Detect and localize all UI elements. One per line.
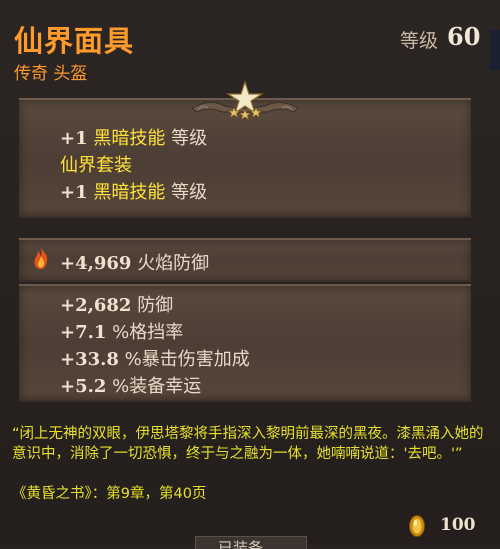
bonus-value: +1 — [60, 128, 88, 149]
skill-name: 黑暗技能 — [93, 128, 166, 149]
bonus-suffix: 等级 — [171, 182, 208, 203]
gold-coin-icon — [409, 515, 425, 537]
item-tooltip: 仙界面具 传奇 头盔 等级 60 +1 黑暗技能 等级 仙界套装 +1 黑暗技能… — [0, 0, 500, 549]
set-name: 仙界套装 — [60, 155, 132, 176]
fire-icon — [34, 247, 48, 269]
stat-value: +4,969 — [60, 253, 132, 274]
stat-line: +33.8 %暴击伤害加成 — [60, 345, 250, 371]
stat-line: +2,682 防御 — [60, 291, 173, 317]
level-label: 等级 — [400, 30, 439, 52]
set-bonus-line-2: +1 黑暗技能 等级 — [60, 178, 207, 204]
bonus-value: +1 — [60, 182, 88, 203]
primary-stat: +4,969 火焰防御 — [60, 249, 209, 275]
item-type: 传奇 头盔 — [14, 64, 88, 84]
set-bonus-line-1: +1 黑暗技能 等级 — [60, 124, 207, 150]
stat-value: +2,682 — [60, 295, 132, 316]
stat-line: +7.1 %格挡率 — [60, 318, 183, 344]
star-ornament-icon — [191, 80, 299, 122]
stat-value: +33.8 — [60, 349, 119, 370]
stat-label: %暴击伤害加成 — [124, 349, 250, 370]
item-name: 仙界面具 — [14, 24, 135, 58]
equipped-tab[interactable]: 已装备 — [195, 536, 307, 549]
sell-price: 100 — [440, 515, 476, 535]
stat-label: %格挡率 — [112, 322, 184, 343]
equipped-tab-label: 已装备 — [218, 539, 264, 549]
stat-line: +5.2 %装备幸运 — [60, 372, 201, 398]
stat-label: 火焰防御 — [137, 253, 210, 274]
lore-source: 《黄昏之书》：第9章，第40页 — [12, 486, 207, 502]
stat-value: +7.1 — [60, 322, 107, 343]
stat-label: %装备幸运 — [112, 376, 202, 397]
stat-value: +5.2 — [60, 376, 107, 397]
skill-name: 黑暗技能 — [93, 182, 166, 203]
level-value: 60 — [447, 22, 481, 51]
bonus-suffix: 等级 — [171, 128, 208, 149]
stat-label: 防御 — [137, 295, 174, 316]
lore-text: “闭上无神的双眼，伊思塔黎将手指深入黎明前最深的黑夜。漆黑涌入她的意识中，消除了… — [12, 426, 484, 462]
tooltip-header: 仙界面具 传奇 头盔 等级 60 — [0, 0, 500, 90]
